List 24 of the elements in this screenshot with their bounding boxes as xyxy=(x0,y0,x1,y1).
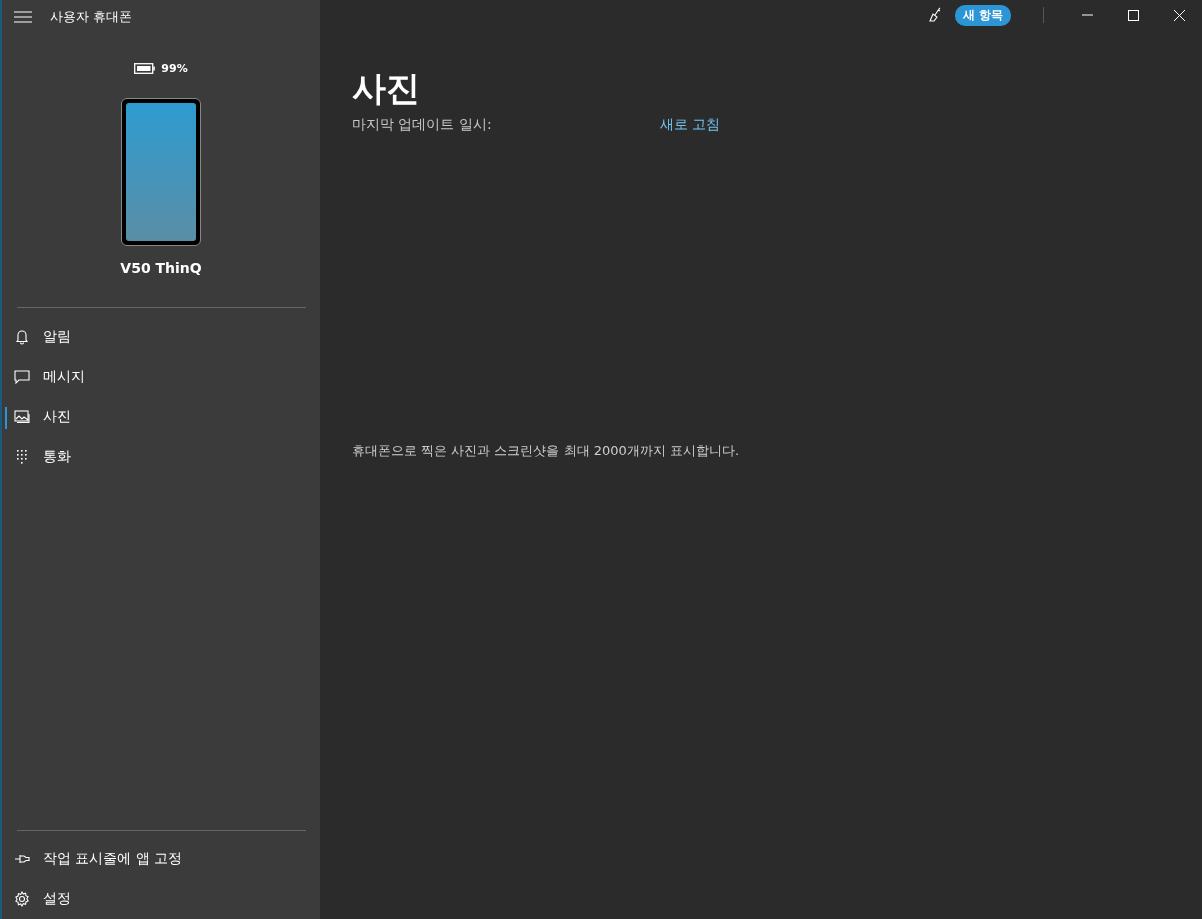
minimize-icon[interactable] xyxy=(1081,14,1093,16)
nav-item[interactable]: 작업 표시줄에 앱 고정 xyxy=(2,839,320,879)
bell-icon xyxy=(14,329,30,345)
info-message: 휴대폰으로 찍은 사진과 스크린샷을 최대 2000개까지 표시합니다. xyxy=(352,442,740,460)
nav-item[interactable]: 알림 xyxy=(2,317,320,357)
nav-item[interactable]: 사진 xyxy=(2,397,320,437)
photos-icon xyxy=(14,409,30,425)
close-icon[interactable] xyxy=(1173,9,1185,21)
nav-item[interactable]: 통화 xyxy=(2,437,320,477)
last-update-label: 마지막 업데이트 일시: xyxy=(352,116,493,134)
menu-icon[interactable] xyxy=(14,11,32,23)
device-name: V50 ThinQ xyxy=(120,260,202,276)
nav-item[interactable]: 설정 xyxy=(2,879,320,919)
nav-item[interactable]: 메시지 xyxy=(2,357,320,397)
speech-bubble-icon xyxy=(14,369,30,385)
app-title: 사용자 휴대폰 xyxy=(50,8,132,26)
battery-level: 99% xyxy=(161,62,188,75)
page-heading: 사진 xyxy=(352,67,421,110)
broom-icon[interactable] xyxy=(926,7,943,23)
battery-icon xyxy=(134,63,156,74)
settings-icon xyxy=(14,891,30,907)
refresh-link[interactable]: 새로 고침 xyxy=(660,116,721,134)
dialpad-icon xyxy=(14,449,30,465)
maximize-icon[interactable] xyxy=(1127,9,1139,21)
